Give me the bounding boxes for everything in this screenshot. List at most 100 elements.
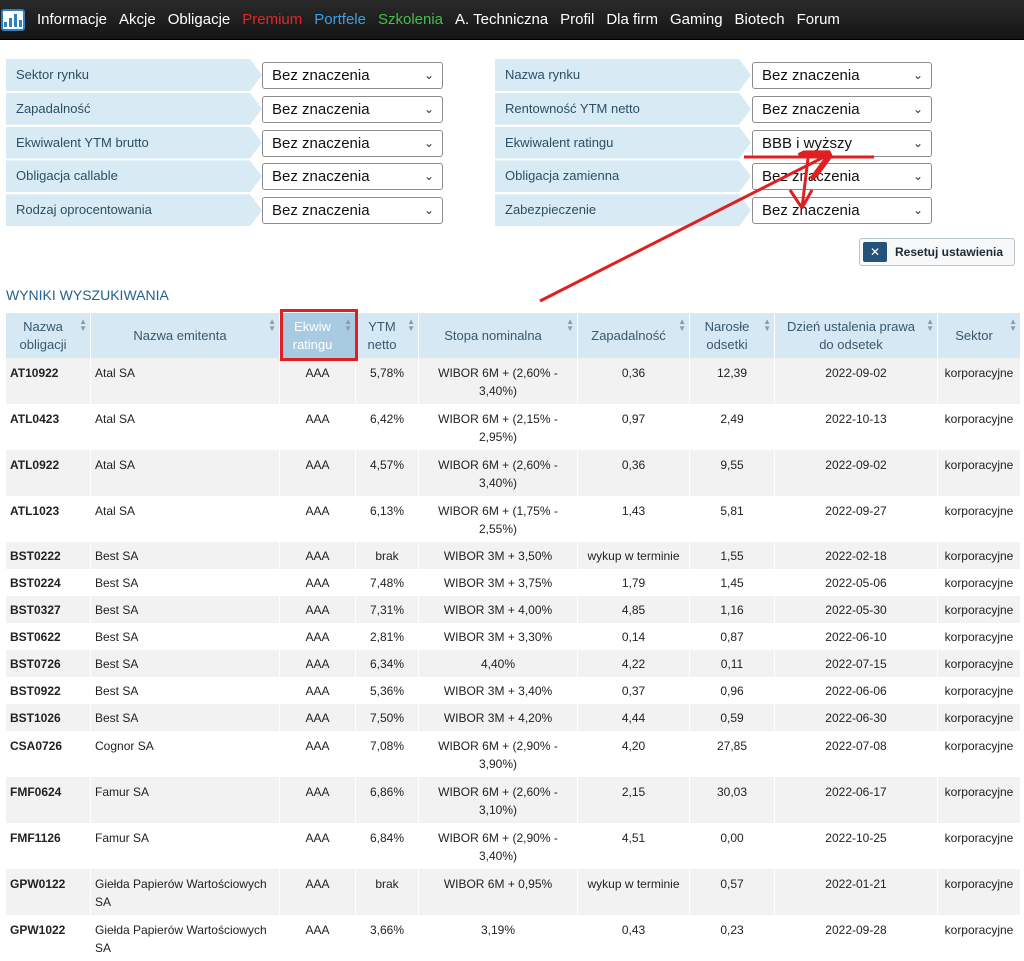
nav-item-portfele[interactable]: Portfele [308,0,372,40]
table-cell[interactable]: BST0622 [6,623,90,650]
column-header[interactable]: Nazwa obligacji ▲ ▼ [6,313,90,358]
table-cell[interactable]: BST0922 [6,677,90,704]
nav-item-a-techniczna[interactable]: A. Techniczna [449,0,554,40]
table-cell[interactable]: BST1026 [6,704,90,731]
nav-item-akcje[interactable]: Akcje [113,0,162,40]
table-cell[interactable]: AT10922 [6,358,90,404]
filter-select[interactable]: Bez znaczenia ⌄ [262,163,443,191]
filter-select[interactable]: BBB i wyższy ⌄ [752,129,932,157]
annotation-highlight-box [280,309,358,361]
nav-item-gaming[interactable]: Gaming [664,0,729,40]
column-header-label: Nazwa obligacji [19,318,67,352]
column-header[interactable]: Dzień ustalenia prawa do odsetek ▲ ▼ [775,313,937,358]
table-cell[interactable]: BST0224 [6,569,90,596]
table-row[interactable]: ATL0423 Atal SA AAA 6,42% WIBOR 6M + (2,15% … [6,404,1020,450]
column-header[interactable]: YTM netto ▲ ▼ [356,313,418,358]
table-cell: AAA [280,358,355,404]
table-row[interactable]: BST1026 Best SA AAA 7,50% WIBOR 3M + 4,20% 4,… [6,704,1020,731]
nav-item-informacje[interactable]: Informacje [31,0,113,40]
table-cell: 0,00 [690,823,774,869]
sort-icon[interactable]: ▲ ▼ [678,318,686,333]
table-row[interactable]: ATL1023 Atal SA AAA 6,13% WIBOR 6M + (1,75% … [6,496,1020,542]
table-cell[interactable]: BST0726 [6,650,90,677]
table-cell: 4,40% [419,650,577,677]
nav-item-dla-firm[interactable]: Dla firm [600,0,664,40]
sort-icon[interactable]: ▲ ▼ [407,318,415,333]
filter-select[interactable]: Bez znaczenia ⌄ [752,62,932,89]
column-header[interactable]: Zapadalność ▲ ▼ [578,313,689,358]
filter-select[interactable]: Bez znaczenia ⌄ [752,197,932,225]
table-cell: Best SA [91,623,279,650]
table-row[interactable]: ATL0922 Atal SA AAA 4,57% WIBOR 6M + (2,60% … [6,450,1020,496]
filter-select[interactable]: Bez znaczenia ⌄ [262,95,443,123]
table-cell[interactable]: ATL1023 [6,496,90,542]
sort-icon[interactable]: ▲ ▼ [763,318,771,333]
table-cell: korporacyjne [938,358,1020,404]
column-header-label: Sektor [955,327,993,343]
table-cell: 2022-05-06 [775,569,937,596]
column-header-label: Nazwa emitenta [133,327,227,343]
table-row[interactable]: FMF0624 Famur SA AAA 6,86% WIBOR 6M + (2,60%… [6,777,1020,823]
table-cell: korporacyjne [938,915,1020,961]
table-row[interactable]: CSA0726 Cognor SA AAA 7,08% WIBOR 6M + (2,90… [6,731,1020,777]
table-row[interactable]: BST0224 Best SA AAA 7,48% WIBOR 3M + 3,75% 1,… [6,569,1020,596]
column-header[interactable]: Nazwa emitenta ▲ ▼ [91,313,279,358]
sort-icon[interactable]: ▲ ▼ [79,318,87,333]
filter-select-value: Bez znaczenia [762,202,860,220]
table-cell: 2022-09-02 [775,358,937,404]
table-cell[interactable]: CSA0726 [6,731,90,777]
sort-icon[interactable]: ▲ ▼ [926,318,934,333]
filter-label: Sektor rynku [6,59,262,91]
nav-item-profil[interactable]: Profil [554,0,600,40]
table-row[interactable]: BST0222 Best SA AAA brak WIBOR 3M + 3,50% wyk… [6,542,1020,569]
nav-item-premium[interactable]: Premium [236,0,308,40]
table-cell[interactable]: FMF0624 [6,777,90,823]
reset-settings-button[interactable]: ✕ Resetuj ustawienia [859,238,1015,266]
table-cell[interactable]: FMF1126 [6,823,90,869]
table-cell[interactable]: ATL0922 [6,450,90,496]
table-cell[interactable]: BST0222 [6,542,90,569]
table-cell: AAA [280,704,355,731]
sort-icon[interactable]: ▲ ▼ [566,318,574,333]
site-logo-icon[interactable] [1,8,25,31]
table-row[interactable]: GPW1022 Giełda Papierów Wartościowych SA A… [6,915,1020,961]
table-cell[interactable]: ATL0423 [6,404,90,450]
table-row[interactable]: BST0327 Best SA AAA 7,31% WIBOR 3M + 4,00% 4,… [6,596,1020,623]
table-row[interactable]: GPW0122 Giełda Papierów Wartościowych SA A… [6,869,1020,915]
reset-settings-label: Resetuj ustawienia [895,245,1004,259]
table-cell: 0,59 [690,704,774,731]
table-cell: Best SA [91,704,279,731]
table-cell: korporacyjne [938,596,1020,623]
table-row[interactable]: BST0922 Best SA AAA 5,36% WIBOR 3M + 3,40% 0,… [6,677,1020,704]
table-cell: Atal SA [91,496,279,542]
column-header[interactable]: Sektor ▲ ▼ [938,313,1020,358]
filter-select[interactable]: Bez znaczenia ⌄ [262,62,443,89]
filter-label: Ekwiwalent YTM brutto [6,126,262,159]
table-cell[interactable]: BST0327 [6,596,90,623]
table-cell[interactable]: GPW0122 [6,869,90,915]
table-row[interactable]: BST0622 Best SA AAA 2,81% WIBOR 3M + 3,30% 0,… [6,623,1020,650]
filter-select[interactable]: Bez znaczenia ⌄ [262,197,443,225]
nav-item-forum[interactable]: Forum [791,0,846,40]
filter-select[interactable]: Bez znaczenia ⌄ [262,129,443,157]
nav-item-obligacje[interactable]: Obligacje [162,0,237,40]
column-header[interactable]: Narosłe odsetki ▲ ▼ [690,313,774,358]
table-row[interactable]: FMF1126 Famur SA AAA 6,84% WIBOR 6M + (2,90%… [6,823,1020,869]
nav-item-szkolenia[interactable]: Szkolenia [372,0,449,40]
sort-icon[interactable]: ▲ ▼ [1009,318,1017,333]
table-cell: 27,85 [690,731,774,777]
table-cell: 2,49 [690,404,774,450]
nav-item-biotech[interactable]: Biotech [729,0,791,40]
filter-select-value: Bez znaczenia [272,67,370,84]
table-header-row: Nazwa obligacji ▲ ▼ Nazwa emitenta ▲ ▼ Ekwiw r… [6,313,1020,358]
table-row[interactable]: AT10922 Atal SA AAA 5,78% WIBOR 6M + (2,60% … [6,358,1020,404]
nav-menu: Informacje Akcje Obligacje Premium Portfele S… [31,0,846,40]
top-navigation: Informacje Akcje Obligacje Premium Portfele S… [0,0,1024,40]
filter-select[interactable]: Bez znaczenia ⌄ [752,95,932,123]
filter-select[interactable]: Bez znaczenia ⌄ [752,163,932,191]
table-cell: AAA [280,915,355,961]
sort-icon[interactable]: ▲ ▼ [268,318,276,333]
table-cell[interactable]: GPW1022 [6,915,90,961]
column-header[interactable]: Stopa nominalna ▲ ▼ [419,313,577,358]
table-row[interactable]: BST0726 Best SA AAA 6,34% 4,40% 4,22 0,11 2022-… [6,650,1020,677]
